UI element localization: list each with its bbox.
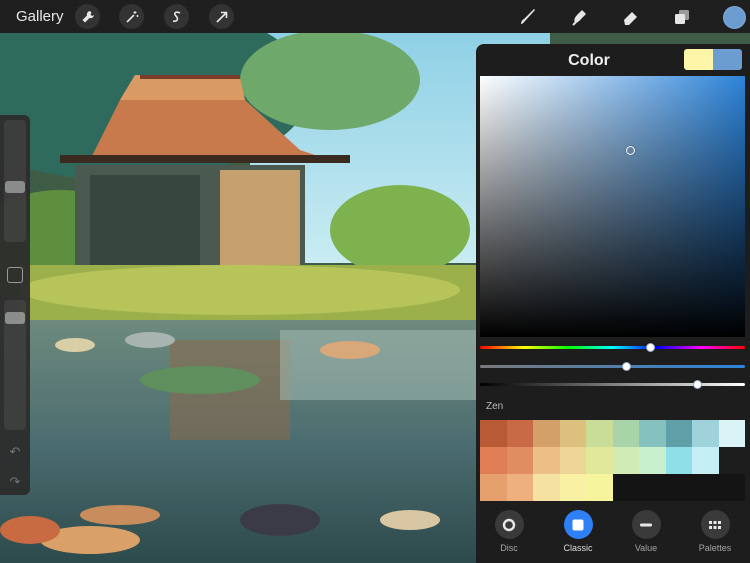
palette-swatch[interactable]: [559, 420, 586, 447]
palette-swatch[interactable]: [506, 420, 533, 447]
tab-value[interactable]: Value: [616, 510, 676, 553]
palette-swatch[interactable]: [718, 420, 745, 447]
tab-label: Classic: [563, 543, 593, 553]
palette-swatch[interactable]: [612, 420, 639, 447]
palette-swatch[interactable]: [480, 420, 507, 447]
current-color-swatch[interactable]: [684, 49, 713, 70]
palette-swatch[interactable]: [506, 447, 533, 474]
tab-label: Value: [634, 543, 658, 553]
value-bar-icon: [631, 510, 661, 539]
value-slider[interactable]: [480, 380, 745, 389]
brush-icon[interactable]: [516, 5, 540, 29]
color-panel: Color Zen Disc Classic Value Palettes: [476, 44, 750, 563]
palette-swatch-grid: [480, 420, 745, 501]
tab-classic[interactable]: Classic: [548, 510, 608, 553]
previous-color-swatch[interactable]: [713, 49, 742, 70]
palette-swatch[interactable]: [480, 447, 507, 474]
palette-swatch[interactable]: [506, 474, 533, 501]
saturation-knob[interactable]: [621, 362, 631, 371]
disc-icon: [494, 510, 524, 539]
transform-arrow-icon[interactable]: [209, 4, 234, 29]
panel-title: Color: [568, 52, 610, 69]
palette-swatch[interactable]: [665, 474, 692, 501]
saturation-brightness-square[interactable]: [480, 76, 745, 337]
color-swatch-button[interactable]: [723, 6, 746, 29]
wrench-icon[interactable]: [75, 4, 100, 29]
palette-swatch[interactable]: [533, 420, 560, 447]
palette-swatch[interactable]: [718, 447, 745, 474]
palette-swatch[interactable]: [559, 447, 586, 474]
palette-swatch[interactable]: [586, 420, 613, 447]
brush-size-thumb[interactable]: [5, 180, 25, 193]
brush-size-slider[interactable]: [4, 120, 26, 242]
palette-swatch[interactable]: [639, 447, 666, 474]
palette-name: Zen: [486, 401, 504, 412]
palette-swatch[interactable]: [480, 474, 507, 501]
undo-icon[interactable]: ↶: [7, 445, 23, 459]
gallery-button[interactable]: Gallery: [16, 8, 64, 25]
smudge-icon[interactable]: [567, 5, 591, 29]
palette-swatch[interactable]: [665, 447, 692, 474]
hue-knob[interactable]: [645, 343, 655, 352]
opacity-slider[interactable]: [4, 300, 26, 430]
classic-square-icon: [563, 510, 593, 539]
palette-swatch[interactable]: [665, 420, 692, 447]
palette-swatch[interactable]: [639, 420, 666, 447]
redo-icon[interactable]: ↷: [7, 475, 23, 489]
tab-label: Palettes: [698, 543, 732, 553]
palette-swatch[interactable]: [612, 447, 639, 474]
color-picker-cursor[interactable]: [626, 146, 635, 155]
opacity-thumb[interactable]: [5, 311, 25, 324]
magic-wand-icon[interactable]: [119, 4, 144, 29]
hue-slider[interactable]: [480, 343, 745, 352]
palette-swatch[interactable]: [586, 447, 613, 474]
palette-swatch[interactable]: [692, 447, 719, 474]
palette-swatch[interactable]: [639, 474, 666, 501]
layers-icon[interactable]: [670, 5, 694, 29]
modify-button[interactable]: [7, 267, 23, 283]
selection-s-icon[interactable]: [164, 4, 189, 29]
tab-label: Disc: [500, 543, 518, 553]
eraser-icon[interactable]: [619, 5, 643, 29]
palette-swatch[interactable]: [612, 474, 639, 501]
saturation-slider[interactable]: [480, 362, 745, 371]
color-mode-tabs: Disc Classic Value Palettes: [476, 510, 750, 563]
palette-swatch[interactable]: [692, 474, 719, 501]
palette-swatch[interactable]: [586, 474, 613, 501]
palette-swatch[interactable]: [559, 474, 586, 501]
top-toolbar: Gallery: [0, 0, 750, 33]
value-knob[interactable]: [693, 380, 703, 389]
palette-swatch[interactable]: [533, 447, 560, 474]
tab-disc[interactable]: Disc: [479, 510, 539, 553]
palette-swatch[interactable]: [692, 420, 719, 447]
tab-palettes[interactable]: Palettes: [685, 510, 745, 553]
palette-swatch[interactable]: [718, 474, 745, 501]
palette-swatch[interactable]: [533, 474, 560, 501]
palettes-grid-icon: [700, 510, 730, 539]
left-sidebar: ↶ ↷: [0, 115, 30, 495]
